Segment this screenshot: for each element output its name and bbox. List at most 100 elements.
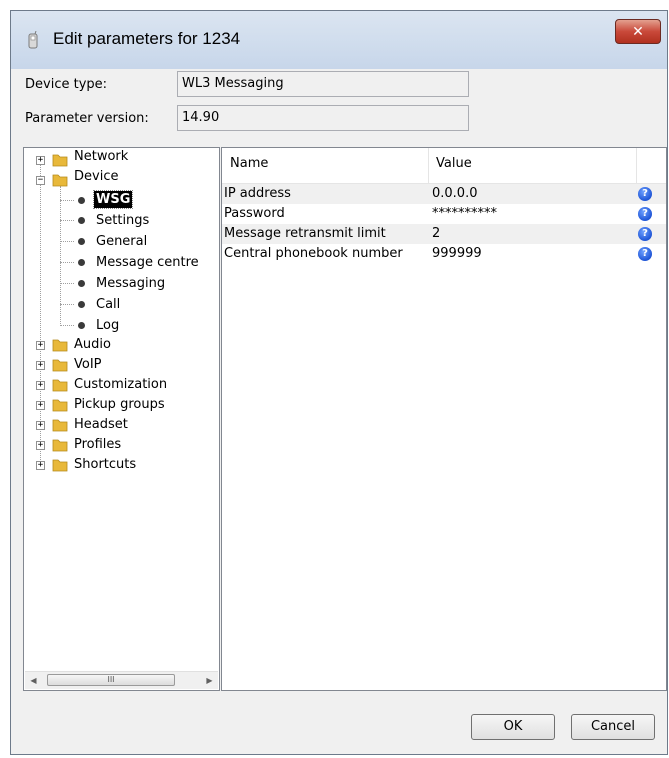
folder-icon bbox=[52, 359, 68, 372]
help-icon[interactable]: ? bbox=[638, 187, 652, 201]
cell-value[interactable]: 0.0.0.0 bbox=[432, 184, 477, 204]
bullet-icon bbox=[78, 238, 85, 245]
title-bar[interactable]: Edit parameters for 1234 ✕ bbox=[11, 11, 667, 69]
scroll-right-icon[interactable]: ▶ bbox=[201, 672, 218, 689]
tree-label: VoIP bbox=[74, 357, 102, 372]
expand-icon[interactable]: + bbox=[36, 381, 45, 390]
tree-item-customization[interactable]: + Customization bbox=[24, 375, 219, 395]
tree-label: Device bbox=[74, 169, 119, 184]
tree-label: Call bbox=[96, 297, 121, 312]
bullet-icon bbox=[78, 197, 85, 204]
help-icon[interactable]: ? bbox=[638, 247, 652, 261]
table-row[interactable]: Central phonebook number 999999 ? bbox=[222, 244, 666, 264]
tree-label: Settings bbox=[96, 213, 150, 228]
bullet-icon bbox=[78, 280, 85, 287]
tree-item-headset[interactable]: + Headset bbox=[24, 415, 219, 435]
expand-icon[interactable]: + bbox=[36, 156, 45, 165]
cell-name: Message retransmit limit bbox=[224, 226, 386, 241]
bullet-icon bbox=[78, 301, 85, 308]
folder-icon bbox=[52, 379, 68, 392]
folder-icon bbox=[52, 174, 68, 187]
close-icon: ✕ bbox=[632, 23, 644, 40]
collapse-icon[interactable]: − bbox=[36, 176, 45, 185]
folder-icon bbox=[52, 154, 68, 167]
cell-value[interactable]: 2 bbox=[432, 224, 440, 244]
cell-name: Password bbox=[224, 206, 285, 221]
scroll-left-icon[interactable]: ◀ bbox=[25, 672, 42, 689]
tree-item-call[interactable]: Call bbox=[24, 294, 219, 314]
tree-connector bbox=[60, 262, 74, 263]
expand-icon[interactable]: + bbox=[36, 421, 45, 430]
tree-item-general[interactable]: General bbox=[24, 231, 219, 251]
device-type-field: WL3 Messaging bbox=[177, 71, 469, 97]
expand-icon[interactable]: + bbox=[36, 441, 45, 450]
table-row[interactable]: Password ********** ? bbox=[222, 204, 666, 224]
tree-item-network[interactable]: + Network bbox=[24, 149, 219, 170]
tree-connector bbox=[60, 304, 74, 305]
folder-icon bbox=[52, 419, 68, 432]
tree-item-pickup-groups[interactable]: + Pickup groups bbox=[24, 395, 219, 415]
tree-label: General bbox=[96, 234, 148, 249]
tree-item-device[interactable]: − Device bbox=[24, 169, 219, 190]
folder-icon bbox=[52, 459, 68, 472]
cancel-button[interactable]: Cancel bbox=[571, 714, 655, 740]
bullet-icon bbox=[78, 322, 85, 329]
tree-label: WSG bbox=[92, 190, 134, 209]
scroll-thumb[interactable]: III bbox=[47, 674, 175, 686]
tree-label: Customization bbox=[74, 377, 168, 392]
bullet-icon bbox=[78, 259, 85, 266]
device-type-label: Device type: bbox=[25, 77, 108, 92]
ok-button[interactable]: OK bbox=[471, 714, 555, 740]
tree-item-wsg[interactable]: WSG bbox=[24, 190, 219, 210]
cell-name: Central phonebook number bbox=[224, 246, 403, 261]
expand-icon[interactable]: + bbox=[36, 361, 45, 370]
help-icon[interactable]: ? bbox=[638, 207, 652, 221]
phone-icon bbox=[25, 31, 41, 49]
table-header: Name Value bbox=[222, 148, 666, 184]
folder-icon bbox=[52, 439, 68, 452]
column-header-name[interactable]: Name bbox=[230, 156, 268, 171]
table-row[interactable]: IP address 0.0.0.0 ? bbox=[222, 184, 666, 204]
expand-icon[interactable]: + bbox=[36, 401, 45, 410]
window-title: Edit parameters for 1234 bbox=[53, 29, 241, 48]
tree-label: Profiles bbox=[74, 437, 122, 452]
tree-connector bbox=[60, 283, 74, 284]
tree-label: Log bbox=[96, 318, 120, 333]
tree-item-messaging[interactable]: Messaging bbox=[24, 273, 219, 293]
tree-connector bbox=[60, 325, 74, 326]
tree-item-profiles[interactable]: + Profiles bbox=[24, 435, 219, 455]
column-header-value[interactable]: Value bbox=[436, 156, 472, 171]
column-separator[interactable] bbox=[428, 148, 429, 183]
tree-item-voip[interactable]: + VoIP bbox=[24, 355, 219, 375]
tree-connector bbox=[60, 220, 74, 221]
cell-name: IP address bbox=[224, 186, 291, 201]
column-separator[interactable] bbox=[636, 148, 637, 183]
tree-item-shortcuts[interactable]: + Shortcuts bbox=[24, 455, 219, 475]
table-row[interactable]: Message retransmit limit 2 ? bbox=[222, 224, 666, 244]
folder-icon bbox=[52, 399, 68, 412]
edit-parameters-dialog: Edit parameters for 1234 ✕ Device type: … bbox=[10, 10, 668, 755]
tree-label: Audio bbox=[74, 337, 111, 352]
close-button[interactable]: ✕ bbox=[615, 19, 661, 44]
tree-item-audio[interactable]: + Audio bbox=[24, 335, 219, 355]
tree-horizontal-scrollbar[interactable]: ◀ III ▶ bbox=[25, 671, 218, 689]
expand-icon[interactable]: + bbox=[36, 341, 45, 350]
tree-label: Network bbox=[74, 149, 129, 164]
cell-value[interactable]: 999999 bbox=[432, 244, 482, 264]
bullet-icon bbox=[78, 217, 85, 224]
tree-label: Pickup groups bbox=[74, 397, 165, 412]
tree-connector bbox=[60, 200, 74, 201]
tree-item-message-centre[interactable]: Message centre bbox=[24, 252, 219, 272]
parameter-tree[interactable]: + Network − Device WSG Settings General … bbox=[23, 147, 220, 691]
tree-item-log[interactable]: Log bbox=[24, 315, 219, 335]
tree-label: Message centre bbox=[96, 255, 199, 270]
parameter-version-field: 14.90 bbox=[177, 105, 469, 131]
tree-label: Shortcuts bbox=[74, 457, 137, 472]
expand-icon[interactable]: + bbox=[36, 461, 45, 470]
parameter-table[interactable]: Name Value IP address 0.0.0.0 ? Password… bbox=[221, 147, 667, 691]
parameter-version-label: Parameter version: bbox=[25, 111, 149, 126]
cell-value[interactable]: ********** bbox=[432, 204, 497, 224]
tree-item-settings[interactable]: Settings bbox=[24, 210, 219, 230]
tree-label: Headset bbox=[74, 417, 128, 432]
help-icon[interactable]: ? bbox=[638, 227, 652, 241]
